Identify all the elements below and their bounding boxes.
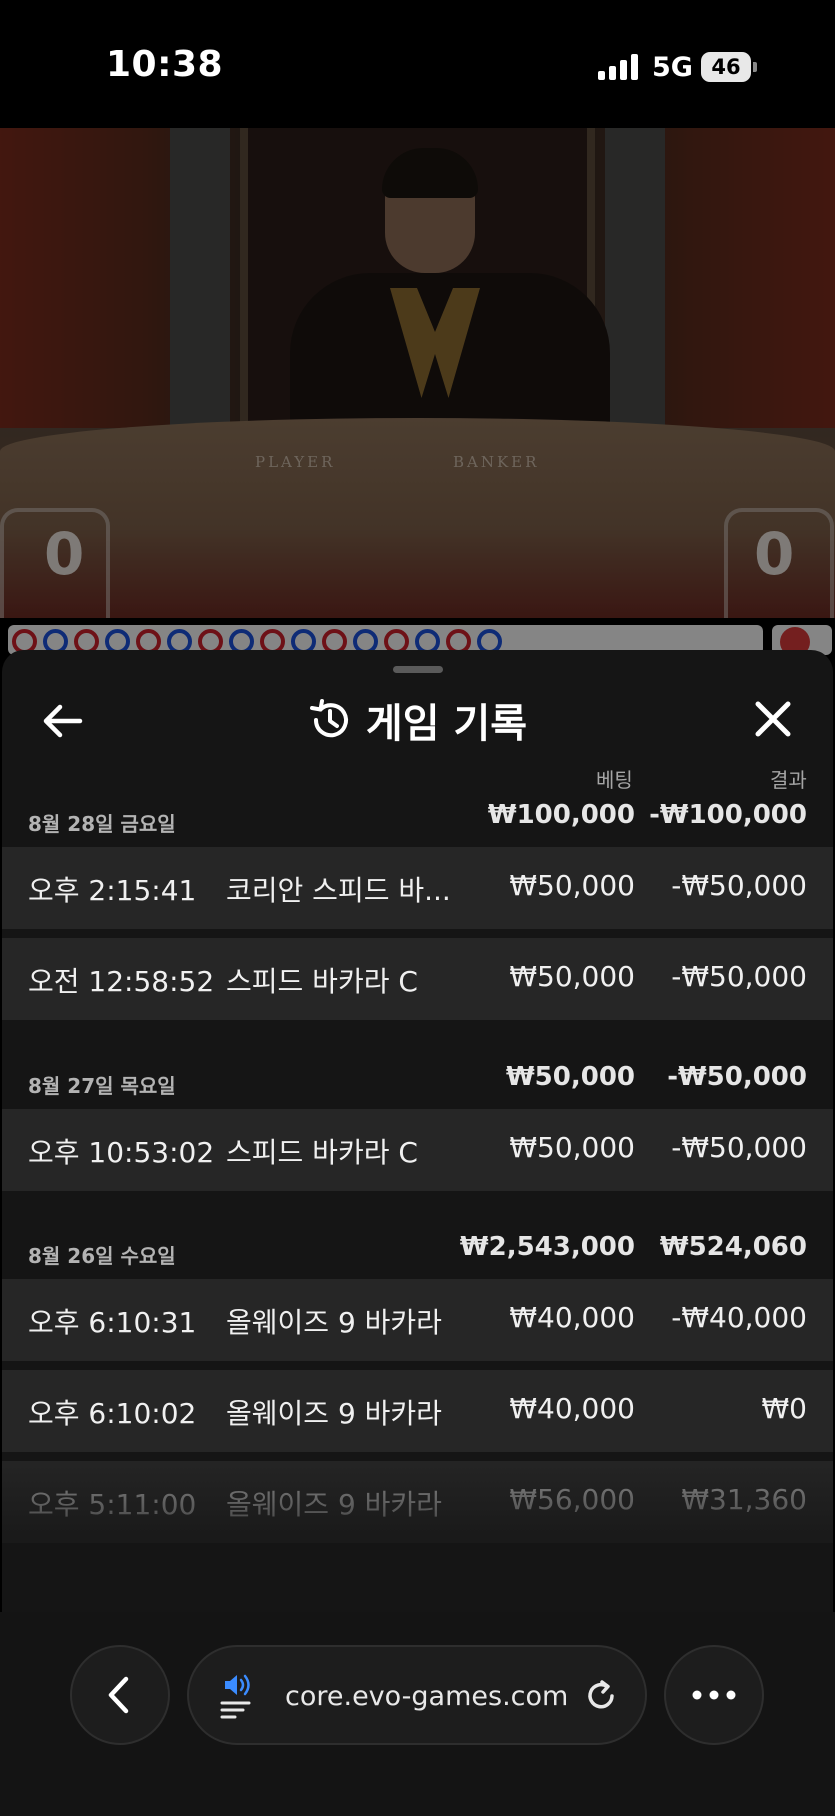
column-header-result: 결과 [770,768,807,792]
game-time: 오후 10:53:02 [28,1136,215,1169]
history-icon [309,699,348,738]
game-result: -₩50,000 [671,1131,807,1164]
reload-icon[interactable] [581,1676,621,1716]
browser-back-button[interactable] [70,1645,170,1745]
game-bet: ₩56,000 [509,1483,635,1516]
day-date: 8월 26일 수요일 [28,1244,176,1268]
day-date: 8월 28일 금요일 [28,812,176,836]
video-dim-overlay[interactable] [0,128,835,655]
game-bet: ₩50,000 [509,869,635,902]
audio-playing-icon[interactable] [219,1671,259,1719]
game-result: ₩31,360 [681,1483,807,1516]
game-history-row[interactable]: 오후 2:15:41 코리안 스피드 바... ₩50,000 -₩50,000 [2,847,833,929]
battery-icon: 46 [701,52,757,82]
game-history-row[interactable]: 오후 10:53:02 스피드 바카라 C ₩50,000 -₩50,000 [2,1109,833,1191]
address-bar[interactable]: core.evo-games.com [187,1645,647,1745]
day-bet-total: ₩2,543,000 [459,1232,635,1262]
game-time: 오전 12:58:52 [28,965,215,998]
more-options-button[interactable] [664,1645,764,1745]
signal-strength-icon [598,54,638,80]
close-icon [755,701,791,737]
day-summary-row: 8월 27일 목요일 ₩50,000 -₩50,000 [2,1060,833,1102]
column-header-bet: 베팅 [596,768,633,792]
status-bar: 10:38 5G 46 [0,0,835,128]
game-name: 올웨이즈 9 바카라 [226,1488,442,1521]
game-bet: ₩40,000 [509,1301,635,1334]
close-button[interactable] [750,696,796,742]
day-bet-total: ₩50,000 [505,1062,635,1092]
day-summary-row: 8월 28일 금요일 ₩100,000 -₩100,000 [2,798,833,840]
game-time: 오후 6:10:31 [28,1306,197,1339]
more-dots-icon [692,1690,736,1700]
game-history-row[interactable]: 오후 6:10:31 올웨이즈 9 바카라 ₩40,000 -₩40,000 [2,1279,833,1361]
game-name: 코리안 스피드 바... [226,874,451,907]
day-bet-total: ₩100,000 [487,800,635,830]
game-result: ₩0 [761,1392,808,1425]
network-type: 5G [652,52,693,83]
game-history-row[interactable]: 오전 12:58:52 스피드 바카라 C ₩50,000 -₩50,000 [2,938,833,1020]
game-result: -₩50,000 [671,869,807,902]
url-text: core.evo-games.com [285,1681,569,1712]
day-date: 8월 27일 목요일 [28,1074,176,1098]
day-result-total: ₩524,060 [659,1232,807,1262]
battery-level: 46 [701,52,751,82]
status-time: 10:38 [106,44,224,85]
sheet-header: 게임 기록 [2,692,833,748]
game-history-row[interactable]: 오후 6:10:02 올웨이즈 9 바카라 ₩40,000 ₩0 [2,1370,833,1452]
game-time: 오후 2:15:41 [28,874,197,907]
game-name: 스피드 바카라 C [226,1136,418,1169]
game-name: 올웨이즈 9 바카라 [226,1397,442,1430]
game-name: 올웨이즈 9 바카라 [226,1306,442,1339]
chevron-left-icon [108,1676,129,1714]
game-time: 오후 5:11:00 [28,1488,197,1521]
browser-toolbar: core.evo-games.com [0,1612,835,1816]
sheet-grabber[interactable] [393,666,443,673]
game-result: -₩40,000 [671,1301,807,1334]
game-name: 스피드 바카라 C [226,965,418,998]
game-bet: ₩50,000 [509,960,635,993]
day-summary-row: 8월 26일 수요일 ₩2,543,000 ₩524,060 [2,1230,833,1272]
day-result-total: -₩100,000 [649,800,807,830]
game-result: -₩50,000 [671,960,807,993]
game-time: 오후 6:10:02 [28,1397,197,1430]
game-history-row[interactable]: 오후 5:11:00 올웨이즈 9 바카라 ₩56,000 ₩31,360 [2,1461,833,1543]
day-result-total: -₩50,000 [667,1062,807,1092]
game-bet: ₩40,000 [509,1392,635,1425]
game-history-sheet: 게임 기록 베팅 결과 8월 28일 금요일 ₩100,000 -₩100,00… [2,650,833,1660]
page-title: 게임 기록 [365,701,528,747]
game-bet: ₩50,000 [509,1131,635,1164]
